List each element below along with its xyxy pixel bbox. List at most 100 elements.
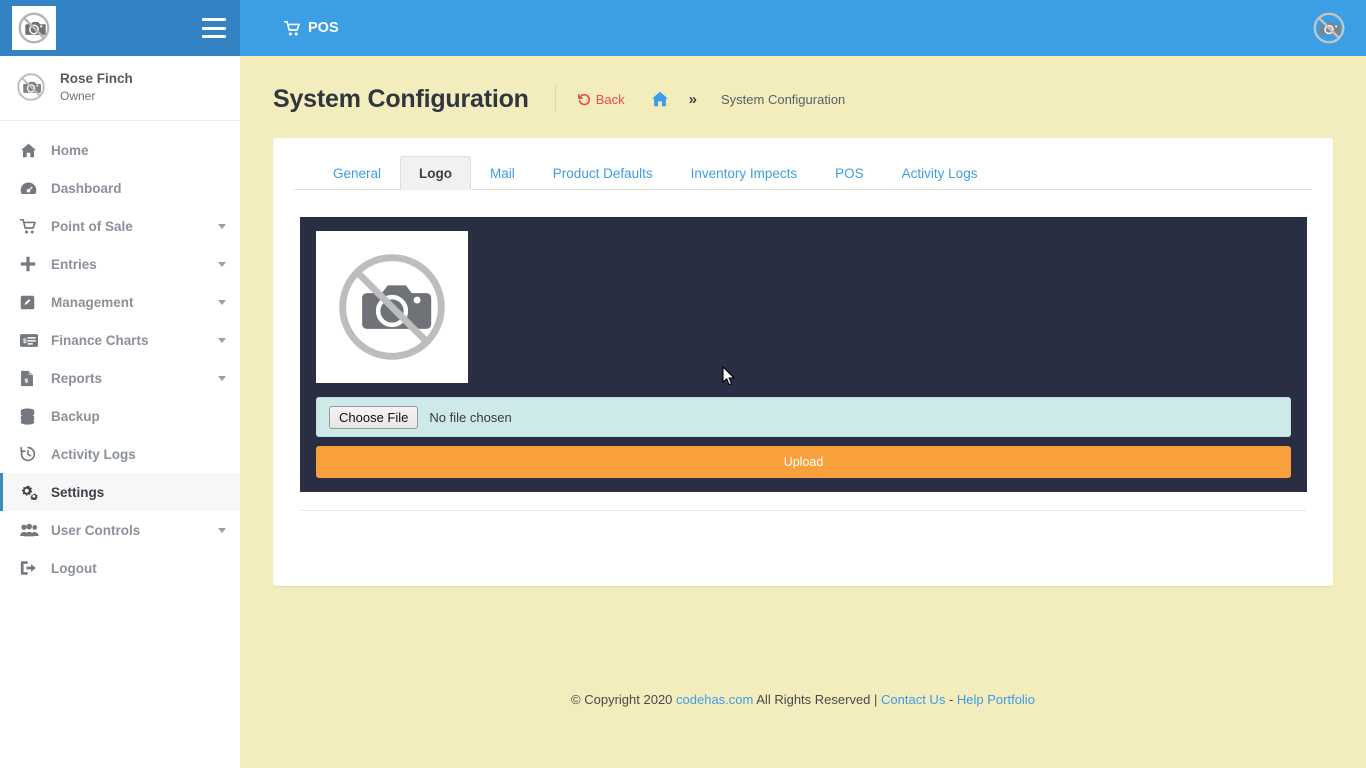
sidebar-item-point-of-sale[interactable]: Point of Sale — [0, 207, 240, 245]
sidebar-menu: Home Dashboard Point of Sale Entries Man… — [0, 131, 240, 587]
broken-image-icon — [18, 12, 50, 44]
page-title: System Configuration — [273, 84, 529, 113]
sidebar-item-label: Point of Sale — [51, 218, 133, 234]
tab-product-defaults[interactable]: Product Defaults — [534, 156, 672, 190]
sidebar-item-label: Dashboard — [51, 180, 122, 196]
tab-general[interactable]: General — [314, 156, 400, 190]
hamburger-bar — [202, 26, 226, 30]
edit-icon — [20, 295, 42, 310]
settings-tabs: General Logo Mail Product Defaults Inven… — [294, 138, 1312, 190]
choose-file-button[interactable]: Choose File — [329, 405, 419, 429]
footer-site-link[interactable]: codehas.com — [676, 692, 753, 707]
breadcrumb: Back » System Configuration — [577, 90, 846, 108]
svg-text:$: $ — [24, 378, 28, 385]
chevron-down-icon — [218, 223, 226, 229]
footer-copyright: © Copyright 2020 — [571, 692, 677, 707]
header-divider — [554, 86, 556, 112]
sidebar-item-label: Entries — [51, 256, 97, 272]
file-invoice-icon: $ — [20, 370, 42, 387]
sidebar-user-panel[interactable]: Rose Finch Owner — [0, 56, 240, 122]
hamburger-bar — [202, 18, 226, 21]
sidebar-item-label: Activity Logs — [51, 446, 136, 462]
tab-mail[interactable]: Mail — [471, 156, 534, 190]
sidebar-user-avatar — [14, 70, 48, 104]
sidebar-item-dashboard[interactable]: Dashboard — [0, 169, 240, 207]
tab-pos[interactable]: POS — [816, 156, 883, 190]
sidebar-item-user-controls[interactable]: User Controls — [0, 511, 240, 549]
shopping-cart-icon — [284, 20, 300, 35]
chevron-down-icon — [218, 527, 226, 533]
footer-help-link[interactable]: Help Portfolio — [957, 692, 1035, 707]
breadcrumb-home-link[interactable] — [651, 91, 669, 107]
page-header: System Configuration Back » System Confi… — [240, 56, 1366, 118]
back-button[interactable]: Back — [577, 91, 625, 107]
dashboard-icon — [20, 181, 42, 196]
sidebar-item-finance-charts[interactable]: $ Finance Charts — [0, 321, 240, 359]
navbar-user-avatar[interactable] — [1310, 9, 1348, 47]
navbar-pos-link[interactable]: POS — [240, 20, 339, 36]
sidebar-item-label: Finance Charts — [51, 332, 149, 348]
sidebar-logo-bar — [0, 0, 240, 56]
sidebar-item-label: Settings — [51, 484, 105, 500]
sidebar-item-backup[interactable]: Backup — [0, 397, 240, 435]
history-icon — [20, 446, 42, 462]
shopping-cart-icon — [20, 218, 42, 234]
sidebar-user-text: Rose Finch Owner — [60, 70, 133, 104]
plus-icon — [20, 256, 42, 272]
footer-dash: - — [945, 692, 957, 707]
footer-rights: All Rights Reserved | — [753, 692, 882, 707]
gears-icon — [20, 484, 42, 501]
sign-out-icon — [20, 560, 42, 576]
upload-button[interactable]: Upload — [316, 446, 1291, 478]
footer-text: © Copyright 2020 codehas.com All Rights … — [571, 692, 1035, 707]
broken-image-icon — [17, 73, 45, 101]
undo-icon — [577, 93, 590, 105]
sidebar-item-management[interactable]: Management — [0, 283, 240, 321]
breadcrumb-current: System Configuration — [721, 91, 846, 107]
sidebar-item-label: Backup — [51, 408, 100, 424]
home-icon — [651, 91, 668, 107]
sidebar-item-label: Management — [51, 294, 134, 310]
settings-panel: General Logo Mail Product Defaults Inven… — [273, 138, 1333, 586]
sidebar-item-label: Reports — [51, 370, 103, 386]
sidebar-item-home[interactable]: Home — [0, 131, 240, 169]
back-label: Back — [595, 91, 625, 107]
tab-inventory-impects[interactable]: Inventory Impects — [672, 156, 817, 190]
chevron-down-icon — [218, 337, 226, 343]
navbar-right-area — [1310, 9, 1366, 47]
no-file-chosen-label: No file chosen — [429, 409, 512, 425]
tab-logo[interactable]: Logo — [400, 156, 472, 190]
sidebar-item-reports[interactable]: $ Reports — [0, 359, 240, 397]
logo-upload-area: Choose File No file chosen Upload — [300, 217, 1307, 492]
sidebar-item-label: Home — [51, 142, 89, 158]
hamburger-bar — [202, 35, 226, 38]
sidebar-item-entries[interactable]: Entries — [0, 245, 240, 283]
sidebar-user-name: Rose Finch — [60, 71, 133, 86]
chevron-down-icon — [218, 261, 226, 267]
sidebar-item-label: User Controls — [51, 522, 141, 538]
top-navbar: POS — [240, 0, 1366, 56]
sidebar-item-settings[interactable]: Settings — [0, 473, 240, 512]
money-check-icon: $ — [20, 334, 42, 347]
logo-file-input[interactable]: Choose File No file chosen — [316, 397, 1291, 437]
svg-text:$: $ — [23, 338, 27, 345]
app-logo — [12, 6, 56, 50]
tab-activity-logs[interactable]: Activity Logs — [883, 156, 997, 190]
chevron-down-icon — [218, 375, 226, 381]
page-footer: © Copyright 2020 codehas.com All Rights … — [240, 656, 1366, 768]
sidebar-user-role: Owner — [60, 89, 96, 104]
breadcrumb-separator: » — [688, 90, 697, 108]
broken-image-icon — [1313, 12, 1345, 44]
navbar-pos-label: POS — [308, 20, 339, 36]
footer-contact-link[interactable]: Contact Us — [881, 692, 945, 707]
users-icon — [20, 523, 42, 537]
sidebar-toggle-button[interactable] — [202, 18, 228, 38]
sidebar-item-activity-logs[interactable]: Activity Logs — [0, 435, 240, 473]
logo-preview — [316, 231, 468, 383]
home-icon — [20, 143, 42, 158]
panel-divider — [300, 510, 1306, 511]
sidebar-item-logout[interactable]: Logout — [0, 549, 240, 587]
sidebar: Rose Finch Owner Home Dashboard Point of… — [0, 56, 240, 768]
sidebar-item-label: Logout — [51, 560, 97, 576]
database-icon — [20, 408, 42, 425]
